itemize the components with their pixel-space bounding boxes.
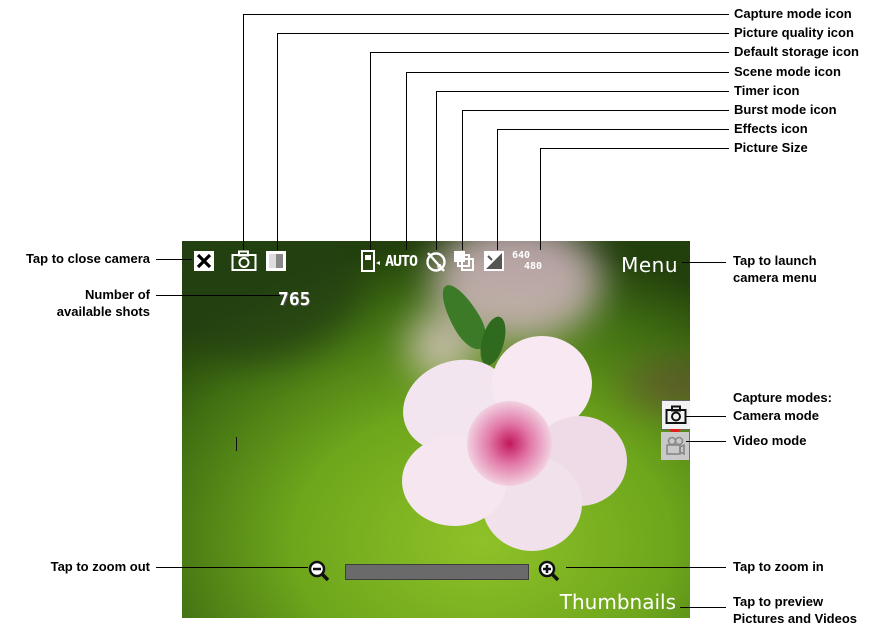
menu-button[interactable]: Menu <box>621 253 678 277</box>
label-preview-2: Pictures and Videos <box>733 611 858 626</box>
camera-viewfinder: AUTO 0 640 480 Menu 765 Thumbnails <box>182 241 690 618</box>
video-mode-icon <box>666 436 685 456</box>
callout-line <box>436 91 729 92</box>
label-available-shots-2: available shots <box>56 304 150 319</box>
video-mode-button[interactable] <box>661 432 689 460</box>
label-capture-mode-icon: Capture mode icon <box>734 6 852 21</box>
quality-square-icon[interactable] <box>264 249 288 273</box>
callout-line <box>406 72 407 250</box>
callout-line <box>370 52 371 250</box>
label-close-camera: Tap to close camera <box>25 251 150 266</box>
callout-line <box>156 567 308 568</box>
callout-line <box>686 416 726 417</box>
callout-line <box>436 91 437 250</box>
text-cursor <box>236 437 237 451</box>
picture-size-height: 480 <box>524 261 543 272</box>
callout-line <box>277 33 729 34</box>
callout-line <box>277 33 278 250</box>
callout-line <box>243 14 244 250</box>
label-capture-modes-1: Capture modes: <box>733 390 832 405</box>
label-available-shots-1: Number of <box>85 287 150 302</box>
timer-off-icon[interactable]: 0 <box>424 249 448 273</box>
storage-card-icon[interactable] <box>359 249 383 273</box>
label-default-storage-icon: Default storage icon <box>734 44 859 59</box>
label-zoom-in: Tap to zoom in <box>733 559 824 574</box>
camera-icon[interactable] <box>230 249 258 273</box>
available-shots-count: 765 <box>278 289 311 310</box>
effects-icon[interactable] <box>482 249 506 273</box>
label-timer-icon: Timer icon <box>734 83 800 98</box>
thumbnails-button[interactable]: Thumbnails <box>560 590 676 614</box>
zoom-slider[interactable] <box>345 564 529 580</box>
camera-mode-button[interactable] <box>661 400 690 430</box>
callout-line <box>462 110 463 250</box>
camera-mode-icon <box>665 405 687 424</box>
burst-icon[interactable] <box>452 249 476 273</box>
label-picture-quality-icon: Picture quality icon <box>734 25 854 40</box>
label-capture-modes-2: Camera mode <box>733 408 819 423</box>
callout-line <box>156 295 280 296</box>
callout-line <box>462 110 729 111</box>
callout-line <box>497 129 498 250</box>
label-zoom-out: Tap to zoom out <box>50 559 150 574</box>
callout-line <box>497 129 729 130</box>
flower <box>382 336 632 566</box>
callout-line <box>156 259 192 260</box>
callout-line <box>680 607 726 608</box>
label-preview-1: Tap to preview <box>733 594 824 609</box>
callout-line <box>682 262 726 263</box>
label-effects-icon: Effects icon <box>734 121 808 136</box>
callout-line <box>243 14 729 15</box>
callout-line <box>540 148 729 149</box>
close-x-icon[interactable] <box>192 249 216 273</box>
label-video-mode: Video mode <box>733 433 807 448</box>
label-scene-mode-icon: Scene mode icon <box>734 64 841 79</box>
picture-size-icon[interactable]: 640 480 <box>512 249 546 273</box>
callout-line <box>566 567 726 568</box>
label-picture-size: Picture Size <box>734 140 808 155</box>
label-launch-menu-1: Tap to launch <box>733 253 817 268</box>
callout-line <box>686 441 726 442</box>
callout-line <box>370 52 729 53</box>
picture-size-width: 640 <box>512 250 531 261</box>
scene-mode-label[interactable]: AUTO <box>385 249 418 273</box>
svg-text:0: 0 <box>437 263 442 271</box>
zoom-in-icon[interactable] <box>538 560 560 582</box>
zoom-out-icon[interactable] <box>308 560 330 582</box>
callout-line <box>406 72 729 73</box>
label-burst-mode-icon: Burst mode icon <box>734 102 837 117</box>
label-launch-menu-2: camera menu <box>733 270 817 285</box>
callout-line <box>540 148 541 250</box>
